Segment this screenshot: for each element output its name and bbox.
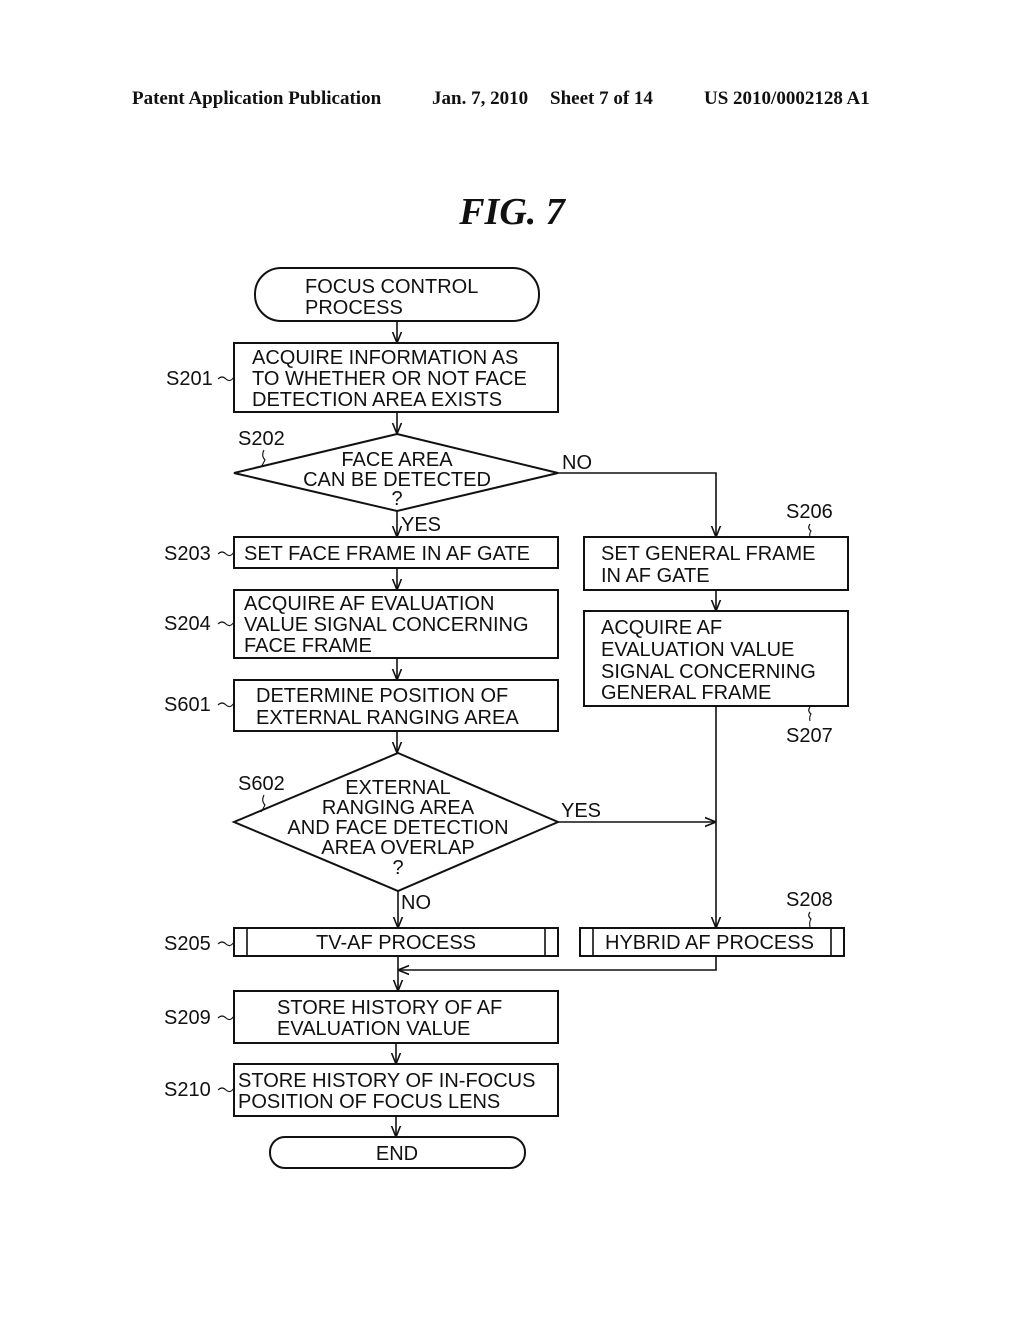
s601-leader <box>217 702 235 708</box>
s207-text-2: EVALUATION VALUE <box>601 639 794 661</box>
s203-leader <box>217 551 235 557</box>
step-s601: DETERMINE POSITION OF EXTERNAL RANGING A… <box>164 679 559 732</box>
s202-text-3: ? <box>391 488 402 510</box>
step-s209: STORE HISTORY OF AF EVALUATION VALUE S20… <box>164 990 559 1044</box>
s602-no-label: NO <box>401 892 431 914</box>
s210-text-2: POSITION OF FOCUS LENS <box>238 1091 500 1113</box>
s209-label: S209 <box>164 1007 211 1029</box>
s602-yes-label: YES <box>561 800 601 822</box>
s602-text-4: AREA OVERLAP <box>321 837 474 859</box>
s206-leader <box>808 523 812 538</box>
s202-text-1: FACE AREA <box>341 449 453 471</box>
s201-text-3: DETECTION AREA EXISTS <box>252 389 502 411</box>
s202-yes-label: YES <box>401 514 441 536</box>
s206-text-1: SET GENERAL FRAME <box>601 543 816 565</box>
s202-leader <box>260 449 266 468</box>
s209-text-2: EVALUATION VALUE <box>277 1018 470 1040</box>
s210-text-1: STORE HISTORY OF IN-FOCUS <box>238 1070 535 1092</box>
step-s201: ACQUIRE INFORMATION AS TO WHETHER OR NOT… <box>166 342 559 413</box>
s205-text-1: TV-AF PROCESS <box>316 932 476 954</box>
s209-text-1: STORE HISTORY OF AF <box>277 997 502 1019</box>
s207-leader <box>808 706 812 722</box>
s201-label: S201 <box>166 368 213 390</box>
end-terminal: END <box>269 1136 526 1169</box>
arrow-s208-merge <box>398 956 717 970</box>
flowchart: FOCUS CONTROL PROCESS ACQUIRE INFORMATIO… <box>164 267 849 1169</box>
start-terminal: FOCUS CONTROL PROCESS <box>254 267 540 322</box>
s207-label: S207 <box>786 725 833 747</box>
s207-text-4: GENERAL FRAME <box>601 682 771 704</box>
s602-text-1: EXTERNAL <box>345 777 451 799</box>
s204-text-1: ACQUIRE AF EVALUATION <box>244 593 494 615</box>
step-s210: STORE HISTORY OF IN-FOCUS POSITION OF FO… <box>164 1063 559 1117</box>
s602-text-3: AND FACE DETECTION <box>287 817 508 839</box>
s204-leader <box>217 621 235 627</box>
s207-text-1: ACQUIRE AF <box>601 617 722 639</box>
decision-s602: EXTERNAL RANGING AREA AND FACE DETECTION… <box>231 751 561 893</box>
s203-text-1: SET FACE FRAME IN AF GATE <box>244 543 530 565</box>
s202-no-label: NO <box>562 452 592 474</box>
s203-label: S203 <box>164 543 211 565</box>
s207-text-3: SIGNAL CONCERNING <box>601 661 816 683</box>
s602-text-2: RANGING AREA <box>322 797 475 819</box>
step-s208: HYBRID AF PROCESS S208 <box>579 889 845 957</box>
step-s204: ACQUIRE AF EVALUATION VALUE SIGNAL CONCE… <box>164 589 559 659</box>
end-text: END <box>376 1143 418 1165</box>
s210-leader <box>217 1087 235 1093</box>
s201-text-2: TO WHETHER OR NOT FACE <box>252 368 527 390</box>
s602-label: S602 <box>238 773 285 795</box>
s210-label: S210 <box>164 1079 211 1101</box>
s206-text-2: IN AF GATE <box>601 565 710 587</box>
s602-text-5: ? <box>392 857 403 879</box>
s601-label: S601 <box>164 694 211 716</box>
s201-leader <box>217 376 235 382</box>
start-text-1: FOCUS CONTROL <box>305 276 478 298</box>
s204-text-2: VALUE SIGNAL CONCERNING <box>244 614 529 636</box>
s208-text-1: HYBRID AF PROCESS <box>605 932 814 954</box>
s205-leader <box>217 941 235 947</box>
step-s203: SET FACE FRAME IN AF GATE S203 <box>164 536 559 569</box>
s209-leader <box>217 1015 235 1021</box>
decision-s202: FACE AREA CAN BE DETECTED ? S202 <box>233 428 559 513</box>
s205-label: S205 <box>164 933 211 955</box>
start-text-2: PROCESS <box>305 297 403 319</box>
s206-label: S206 <box>786 501 833 523</box>
s204-label: S204 <box>164 613 211 635</box>
s201-text-1: ACQUIRE INFORMATION AS <box>252 347 518 369</box>
s208-label: S208 <box>786 889 833 911</box>
s204-text-3: FACE FRAME <box>244 635 372 657</box>
s208-leader <box>808 911 812 928</box>
s202-label: S202 <box>238 428 285 450</box>
arrow-s202-no <box>558 472 716 537</box>
s601-text-1: DETERMINE POSITION OF <box>256 685 508 707</box>
step-s205: TV-AF PROCESS S205 <box>164 927 559 957</box>
s601-text-2: EXTERNAL RANGING AREA <box>256 707 519 729</box>
